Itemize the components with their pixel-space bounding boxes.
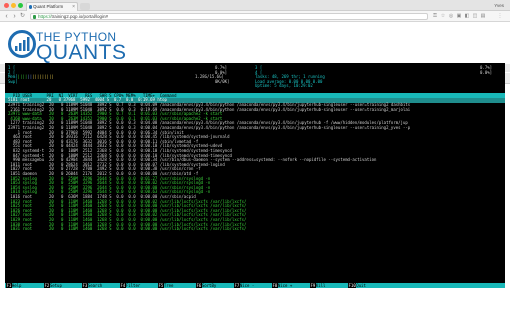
uptime: Uptime: 5 days, 10:29:02 <box>255 83 313 88</box>
extension-icon[interactable]: ▤ <box>480 14 486 19</box>
browser-toolbar: ‹ › ↻ https://training2.pqp.io/portal/lo… <box>0 11 510 22</box>
python-quants-logo-icon <box>8 30 36 58</box>
fkey-tree-button[interactable]: F5Tree <box>158 283 173 288</box>
minimize-window-button[interactable] <box>11 3 16 8</box>
menu-icon[interactable]: ⋮ <box>497 14 503 19</box>
address-bar[interactable]: https://training2.pqp.io/portal/login# <box>30 13 428 20</box>
terminal-panel[interactable]: 1 [ 0.7%] 2 [ 0.0%] 3 [ 0.7%] 4 [ 0.0%] … <box>5 63 505 288</box>
back-icon[interactable]: ‹ <box>3 12 10 21</box>
fkey-help-button[interactable]: F1Help <box>6 283 21 288</box>
swap-value: 0K/0K] <box>215 78 230 84</box>
maximize-window-button[interactable] <box>18 3 23 8</box>
url-scheme: https:// <box>38 14 52 19</box>
function-key-bar: F1Help F2Setup F3Search F4Filter F5Tree F6Sor… <box>5 283 505 288</box>
favicon-icon <box>28 5 32 9</box>
close-tab-icon[interactable]: × <box>72 3 75 11</box>
fkey-kill-button[interactable]: F9Kill <box>310 283 325 288</box>
logo-text-line2: QUANTS <box>36 41 127 64</box>
fkey-setup-button[interactable]: F2Setup <box>44 283 62 288</box>
extension-icon[interactable]: ◫ <box>472 14 478 19</box>
swap-meter: Swp[ <box>8 78 18 84</box>
browser-tab[interactable]: Quant Platform × <box>26 2 78 11</box>
browser-tab-title: Quant Platform <box>33 4 64 9</box>
fkey-filter-button[interactable]: F4Filter <box>120 283 140 288</box>
fkey-quit-button[interactable]: F10Quit <box>348 283 366 288</box>
profile-name[interactable]: Yves <box>494 1 504 10</box>
fkey-nice-button[interactable]: F8Nice + <box>272 283 292 288</box>
key-icon[interactable]: ⚿ <box>432 14 438 19</box>
cpu-meter-4-value: 0.0%] <box>480 69 493 75</box>
star-icon[interactable]: ☆ <box>440 14 446 19</box>
title-bar: Quant Platform × Yves <box>0 0 510 11</box>
extension-icon[interactable]: ◧ <box>464 14 470 19</box>
extension-icon[interactable]: ▣ <box>456 14 462 19</box>
new-tab-button[interactable] <box>80 3 90 10</box>
fkey-nice-button[interactable]: F7Nice - <box>234 283 254 288</box>
lock-icon <box>33 15 36 19</box>
fkey-sortby-button[interactable]: F6SortBy <box>196 283 216 288</box>
process-row[interactable]: 1031 root 20 0 110M 1460 1268 S 0.0 0.0 … <box>8 226 246 231</box>
extension-icon[interactable]: ◎ <box>448 14 454 19</box>
close-window-button[interactable] <box>4 3 9 8</box>
url-path: training2.pqp.io/portal/login# <box>51 14 109 19</box>
forward-icon[interactable]: › <box>11 12 18 21</box>
reload-icon[interactable]: ↻ <box>19 12 26 21</box>
fkey-search-button[interactable]: F3Search <box>82 283 102 288</box>
browser-window: Quant Platform × Yves ‹ › ↻ https://trai… <box>0 0 510 310</box>
